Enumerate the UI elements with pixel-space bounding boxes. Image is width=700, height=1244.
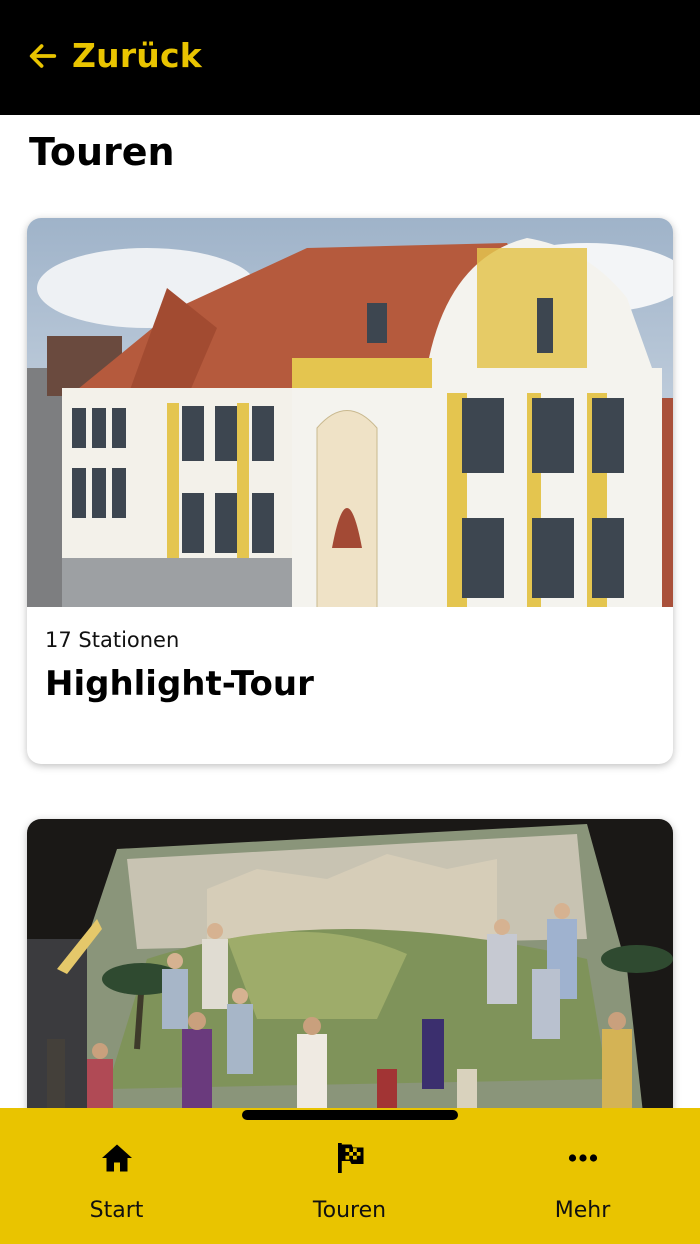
tour-image-nativity-diorama [27, 819, 673, 1149]
bottom-tab-bar: Start Touren Mehr [0, 1108, 700, 1244]
page-title: Touren [29, 130, 175, 174]
back-label: Zurück [72, 36, 202, 75]
tour-title: Highlight-Tour [45, 664, 314, 704]
flag-icon [337, 1143, 363, 1173]
home-indicator [242, 1110, 458, 1120]
top-bar: Zurück [0, 0, 700, 115]
tour-image-museum-building [27, 218, 673, 607]
tab-label: Start [89, 1198, 144, 1223]
tour-card[interactable]: 17 Stationen Highlight-Tour [27, 218, 673, 764]
tab-label: Touren [312, 1198, 387, 1223]
tour-card[interactable] [27, 819, 673, 1149]
more-icon [568, 1154, 597, 1162]
arrow-left-icon [29, 43, 57, 68]
tour-station-count: 17 Stationen [45, 628, 180, 652]
home-icon [101, 1144, 132, 1172]
back-button[interactable]: Zurück [26, 36, 202, 75]
tab-start[interactable]: Start [0, 1108, 233, 1244]
tab-label: Mehr [554, 1198, 611, 1223]
tab-touren[interactable]: Touren [233, 1108, 466, 1244]
tab-mehr[interactable]: Mehr [466, 1108, 699, 1244]
